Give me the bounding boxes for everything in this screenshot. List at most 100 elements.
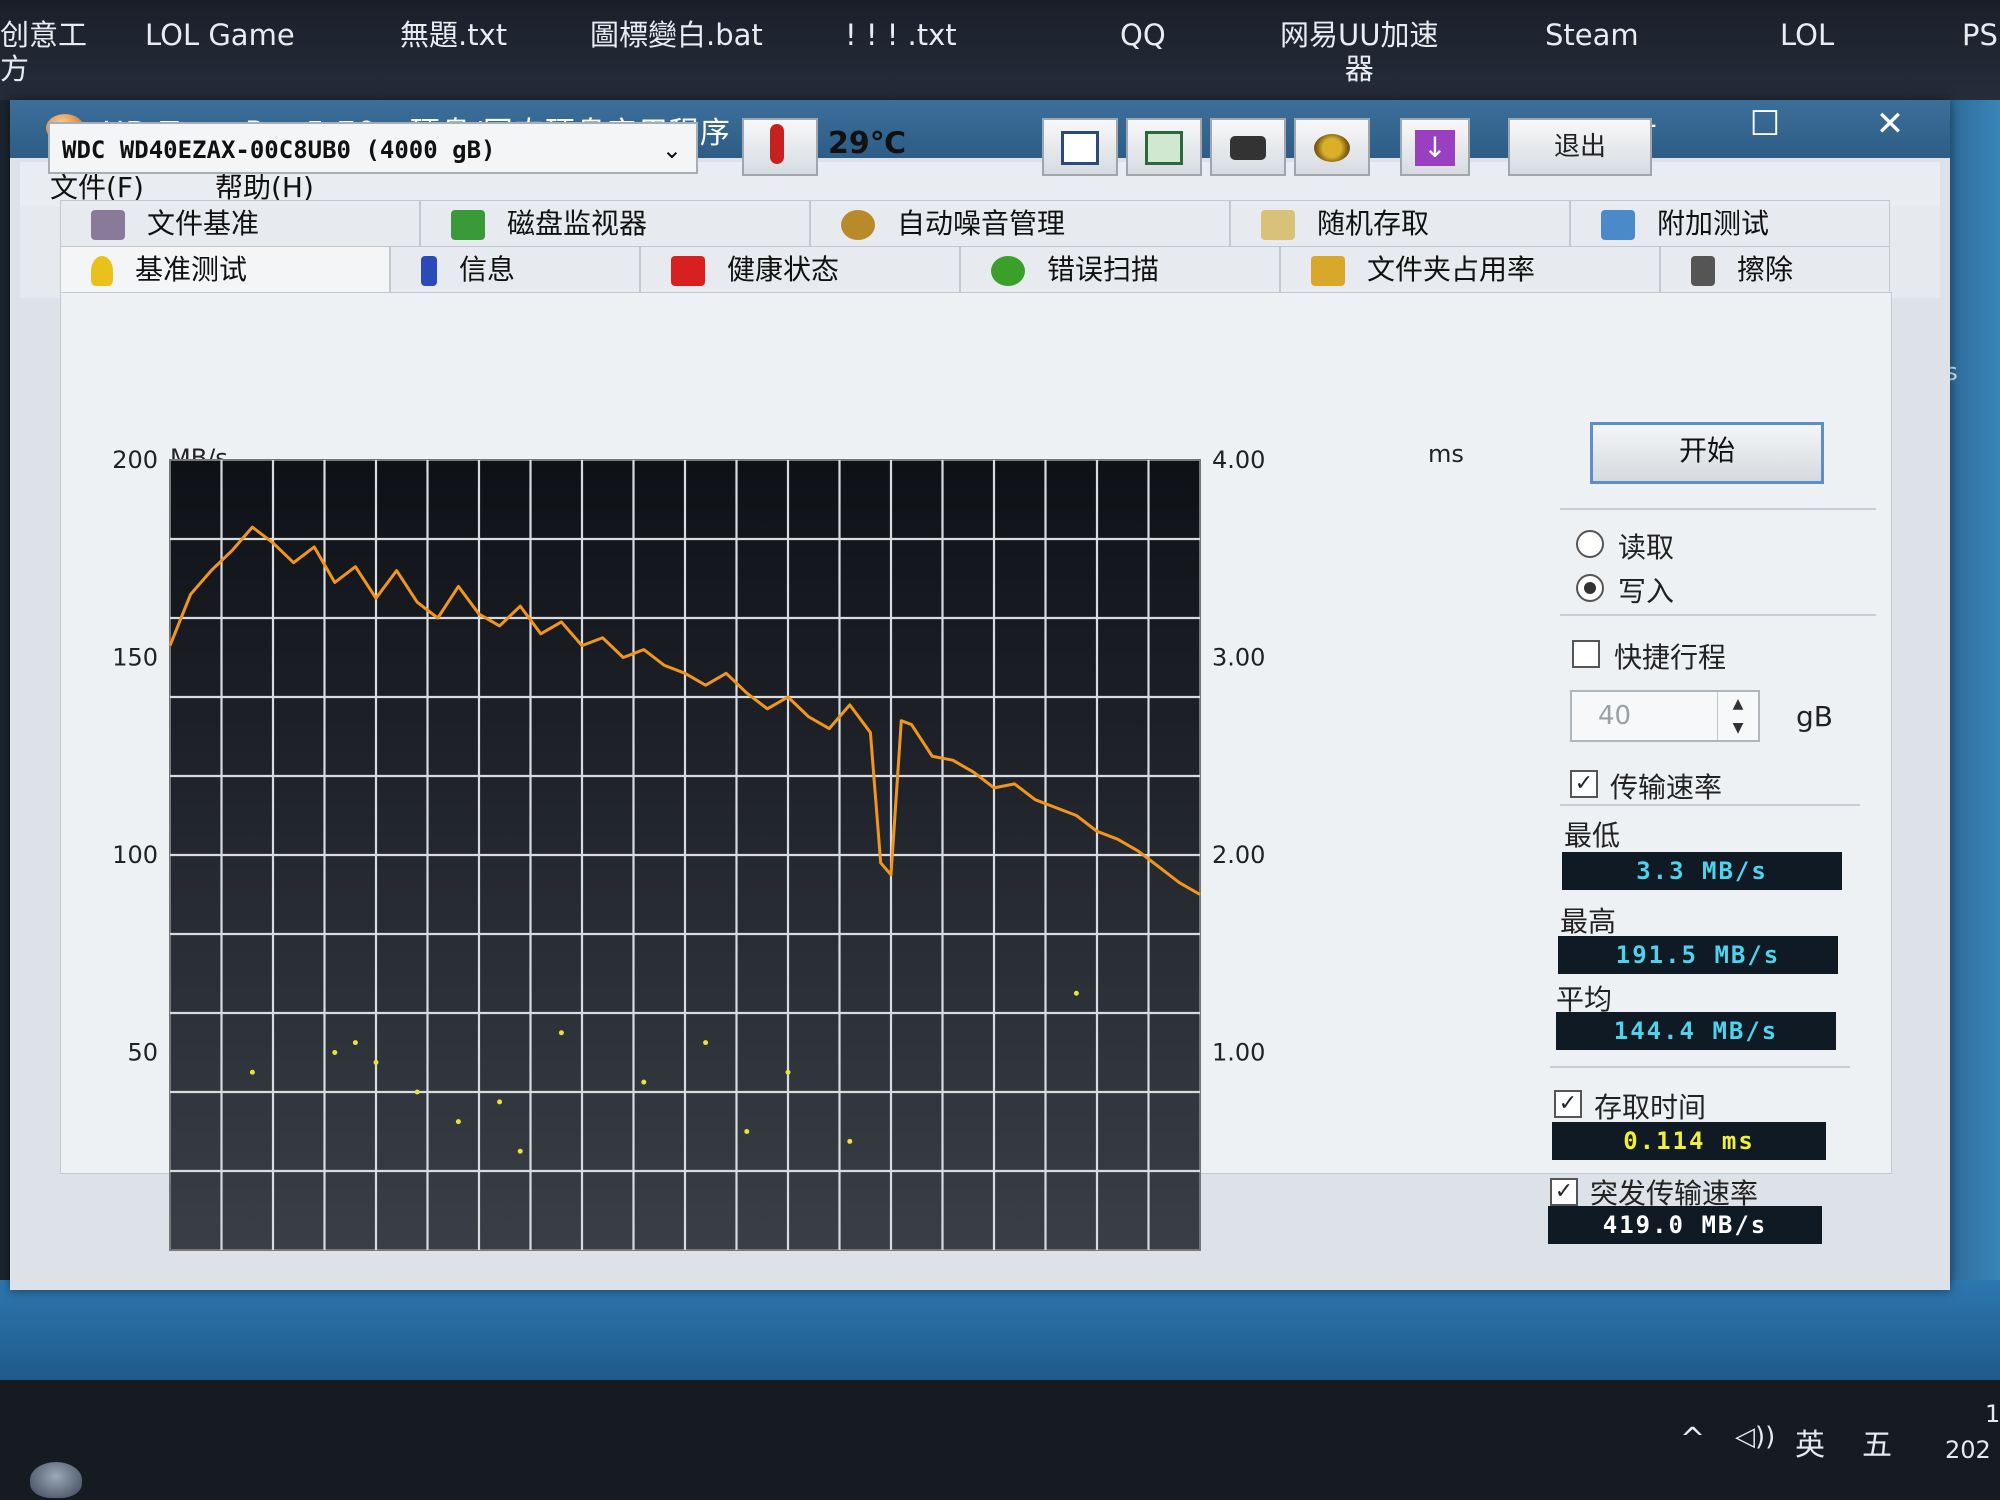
tabs-row-top: 文件基准 磁盘监视器 自动噪音管理 随机存取 附加测试	[60, 200, 1890, 246]
access-time-readout: 0.114 ms	[1552, 1122, 1826, 1160]
tab-benchmark[interactable]: 基准测试	[60, 246, 390, 292]
taskbar-app-icon[interactable]	[30, 1462, 82, 1498]
min-readout: 3.3 MB/s	[1562, 852, 1842, 890]
access-time-point	[785, 1069, 791, 1075]
tabs-row-bottom: 基准测试 信息 健康状态 错误扫描 文件夹占用率 擦除	[60, 246, 1890, 292]
trash-icon	[1691, 256, 1715, 286]
separator	[1560, 508, 1876, 510]
separator	[1560, 804, 1860, 806]
info-icon	[421, 256, 437, 286]
avg-readout: 144.4 MB/s	[1556, 1012, 1836, 1050]
download-arrow-icon: ↓	[1415, 129, 1455, 166]
access-time-point	[249, 1069, 255, 1075]
desktop-icon-creative[interactable]: 创意工方	[0, 18, 87, 86]
tab-erase[interactable]: 擦除	[1660, 246, 1890, 292]
access-time-point	[1073, 990, 1079, 996]
desktop-icon-ps[interactable]: PS	[1962, 18, 1998, 52]
close-button[interactable]: ✕	[1860, 104, 1920, 144]
access-time-point	[517, 1148, 523, 1154]
copy-image-button[interactable]	[1126, 118, 1202, 176]
random-access-icon	[1261, 210, 1295, 240]
short-stroke-unit: gB	[1796, 700, 1833, 733]
tab-error-scan[interactable]: 错误扫描	[960, 246, 1280, 292]
access-time-point	[703, 1040, 709, 1046]
temperature-readout: 29℃	[828, 126, 907, 161]
access-time-point	[744, 1129, 750, 1134]
tab-random-access[interactable]: 随机存取	[1230, 200, 1570, 246]
access-time-point	[558, 1030, 564, 1036]
red-cross-icon	[671, 256, 705, 286]
left-tick-label: 150	[112, 644, 158, 672]
tab-folder-usage[interactable]: 文件夹占用率	[1280, 246, 1660, 292]
access-time-checkbox[interactable]: ✓	[1554, 1090, 1582, 1118]
separator	[1560, 614, 1876, 616]
access-time-point	[847, 1138, 853, 1144]
desktop-icon-lol[interactable]: LOL	[1780, 18, 1834, 52]
min-label: 最低	[1564, 819, 1621, 852]
tab-extra-tests[interactable]: 附加测试	[1570, 200, 1890, 246]
drive-select[interactable]: WDC WD40EZAX-00C8UB0 (4000 gB) ⌄	[48, 122, 698, 174]
transfer-rate-checkbox[interactable]: ✓	[1570, 770, 1598, 798]
short-stroke-input[interactable]: 40 ▲ ▼	[1570, 690, 1760, 742]
exit-button[interactable]: 退出	[1508, 118, 1652, 176]
desktop-icon-uu[interactable]: 网易UU加速器	[1280, 18, 1438, 86]
extra-tests-icon	[1601, 210, 1635, 240]
copy-text-button[interactable]	[1042, 118, 1118, 176]
desktop-icon-steam[interactable]: Steam	[1545, 18, 1639, 52]
right-tick-label: 2.00	[1212, 841, 1265, 869]
tab-aam[interactable]: 自动噪音管理	[810, 200, 1230, 246]
write-radio[interactable]	[1576, 574, 1604, 602]
tray-chevron-icon[interactable]: ^	[1680, 1422, 1705, 1457]
clock-date[interactable]: 202	[1945, 1436, 1991, 1464]
disk-monitor-icon	[451, 210, 485, 240]
access-time-point	[497, 1099, 503, 1105]
options-button[interactable]	[1294, 118, 1370, 176]
access-time-point	[414, 1089, 420, 1095]
write-label: 写入	[1618, 575, 1675, 608]
access-time-point	[352, 1040, 358, 1046]
right-tick-label: 4.00	[1212, 446, 1265, 474]
taskbar: ^ ◁)) 英 五 1 202	[0, 1380, 2000, 1500]
lightbulb-icon	[91, 256, 113, 286]
desktop-icon-bat[interactable]: 圖標變白.bat	[590, 18, 763, 52]
left-tick-label: 50	[127, 1039, 158, 1067]
tab-info[interactable]: 信息	[390, 246, 640, 292]
short-stroke-checkbox[interactable]	[1572, 640, 1600, 668]
gears-icon	[1314, 133, 1350, 162]
access-time-label: 存取时间	[1594, 1091, 1707, 1124]
tab-health[interactable]: 健康状态	[640, 246, 960, 292]
spinner-arrows-icon[interactable]: ▲ ▼	[1717, 692, 1758, 740]
volume-icon[interactable]: ◁))	[1735, 1422, 1775, 1452]
access-time-point	[332, 1050, 338, 1055]
folder-icon	[1311, 256, 1345, 286]
desktop-icon-exclaim-txt[interactable]: ! ! ! .txt	[845, 18, 957, 52]
camera-icon	[1230, 135, 1266, 160]
ime-mode[interactable]: 五	[1862, 1420, 1892, 1464]
start-button[interactable]: 开始	[1590, 422, 1824, 484]
speaker-icon	[841, 210, 875, 240]
copy-image-icon	[1145, 130, 1183, 165]
left-tick-label: 200	[112, 446, 158, 474]
magnifier-icon	[991, 256, 1025, 286]
access-time-point	[373, 1059, 379, 1065]
burst-rate-checkbox[interactable]: ✓	[1550, 1178, 1578, 1206]
ime-language[interactable]: 英	[1795, 1420, 1825, 1464]
right-tick-label: 3.00	[1212, 644, 1265, 672]
maximize-button[interactable]: ☐	[1735, 104, 1795, 144]
benchmark-chart: 200 150 100 50 4.00 3.00 2.00 1.00	[112, 446, 1265, 1251]
right-tick-label: 1.00	[1212, 1039, 1265, 1067]
desktop-background	[1946, 100, 2000, 1380]
read-radio[interactable]	[1576, 530, 1604, 558]
transfer-rate-label: 传输速率	[1610, 771, 1723, 804]
tab-file-benchmark[interactable]: 文件基准	[60, 200, 420, 246]
screenshot-button[interactable]	[1210, 118, 1286, 176]
clock-time[interactable]: 1	[1985, 1400, 2000, 1428]
desktop-icon-qq[interactable]: QQ	[1120, 18, 1166, 52]
save-button[interactable]: ↓	[1400, 118, 1470, 176]
desktop-icon-lol-game[interactable]: LOL Game	[145, 18, 295, 52]
read-label: 读取	[1618, 531, 1675, 564]
desktop-icon-untitled-txt[interactable]: 無題.txt	[400, 18, 507, 52]
tab-disk-monitor[interactable]: 磁盘监视器	[420, 200, 810, 246]
burst-rate-readout: 419.0 MB/s	[1548, 1206, 1822, 1244]
file-benchmark-icon	[91, 210, 125, 240]
